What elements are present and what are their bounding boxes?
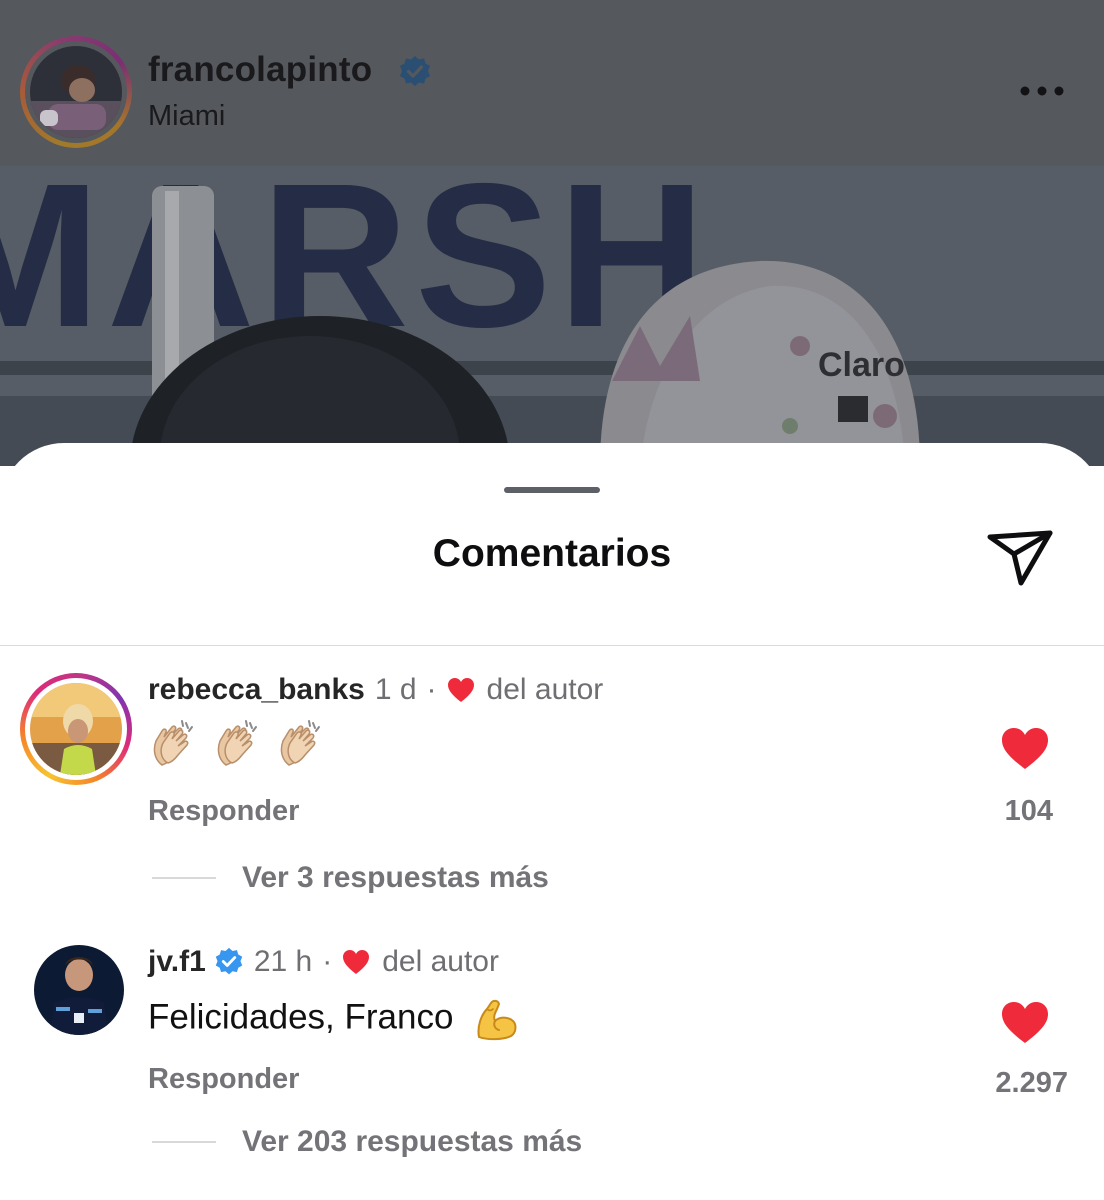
flexed-biceps-emoji-icon bbox=[477, 999, 517, 1041]
sheet-title: Comentarios bbox=[432, 532, 672, 575]
comment-timestamp: 21 h bbox=[253, 945, 313, 978]
comment-username[interactable]: rebecca_banks bbox=[148, 673, 365, 707]
meta-separator: · bbox=[426, 673, 437, 706]
comment-text-content: Felicidades, Franco bbox=[148, 997, 454, 1037]
paper-plane-icon[interactable] bbox=[986, 527, 1056, 587]
replies-divider bbox=[152, 877, 216, 879]
author-liked-heart-icon bbox=[343, 950, 370, 974]
comment-username[interactable]: jv.f1 bbox=[148, 945, 206, 979]
verified-badge-icon bbox=[215, 947, 243, 975]
liked-by-author-label: del autor bbox=[382, 945, 499, 978]
view-replies-link[interactable]: Ver 203 respuestas más bbox=[242, 1125, 582, 1159]
post-author-username[interactable]: francolapinto bbox=[148, 50, 372, 90]
clap-emoji-icon bbox=[217, 720, 257, 766]
comment-meta: rebecca_banks 1 d · del autor bbox=[148, 673, 603, 707]
clap-emoji-icon bbox=[153, 720, 193, 766]
comment-meta: jv.f1 21 h · del autor bbox=[148, 945, 499, 979]
instagram-comments-screen: francolapinto Miami MARSH Claro Comentar… bbox=[0, 0, 1104, 1200]
cap-brand-text: Claro bbox=[818, 346, 905, 384]
sheet-divider bbox=[0, 645, 1104, 646]
post-image[interactable]: MARSH Claro bbox=[0, 166, 1104, 466]
commenter-avatar[interactable] bbox=[34, 945, 124, 1035]
view-replies-link[interactable]: Ver 3 respuestas más bbox=[242, 861, 549, 895]
meta-separator: · bbox=[322, 945, 333, 978]
more-horizontal-icon[interactable] bbox=[1018, 84, 1066, 98]
post-location[interactable]: Miami bbox=[148, 100, 225, 133]
sheet-drag-handle[interactable] bbox=[504, 487, 600, 493]
comments-sheet: Comentarios rebecca_banks 1 d · del auto… bbox=[0, 443, 1104, 1200]
commenter-avatar[interactable] bbox=[30, 683, 122, 775]
clap-emoji-icon bbox=[281, 720, 321, 766]
post-author-avatar[interactable] bbox=[30, 46, 122, 138]
verified-badge-icon bbox=[400, 56, 430, 86]
like-count[interactable]: 104 bbox=[893, 795, 1053, 828]
comment-text: Felicidades, Franco bbox=[148, 997, 519, 1041]
like-count[interactable]: 2.297 bbox=[908, 1067, 1068, 1100]
like-heart-icon[interactable] bbox=[1000, 1000, 1050, 1044]
comment-text: 👏🏼👏🏼👏🏼 bbox=[148, 719, 329, 769]
liked-by-author-label: del autor bbox=[486, 673, 604, 706]
replies-divider bbox=[152, 1141, 216, 1143]
reply-button[interactable]: Responder bbox=[148, 1063, 299, 1096]
like-heart-icon[interactable] bbox=[1000, 726, 1050, 770]
post-header: francolapinto Miami bbox=[0, 0, 1104, 166]
post-author-avatar-ring[interactable] bbox=[20, 36, 132, 148]
commenter-avatar-ring[interactable] bbox=[20, 673, 132, 785]
reply-button[interactable]: Responder bbox=[148, 795, 299, 828]
comment-timestamp: 1 d bbox=[374, 673, 417, 706]
author-liked-heart-icon bbox=[447, 678, 474, 702]
